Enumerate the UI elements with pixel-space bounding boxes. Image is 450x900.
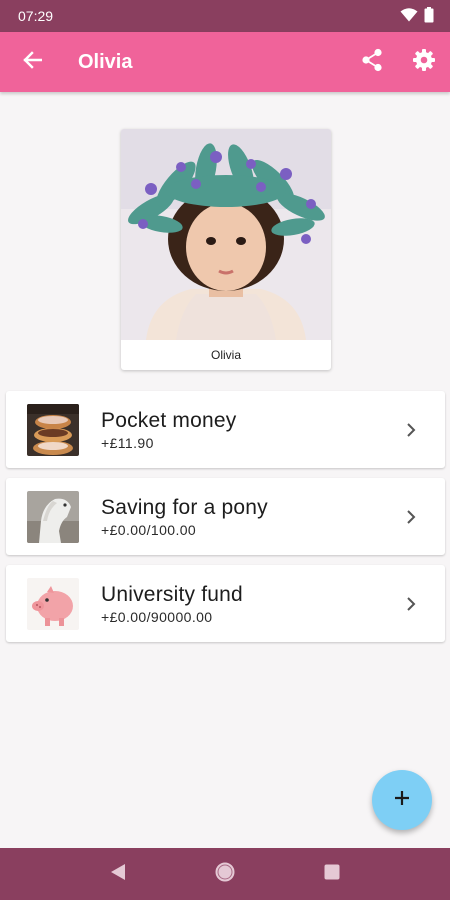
account-row-university-fund[interactable]: University fund +£0.00/90000.00: [6, 565, 445, 642]
nav-back-button[interactable]: [94, 850, 142, 898]
nav-home-button[interactable]: [201, 850, 249, 898]
account-row-pocket-money[interactable]: Pocket money +£11.90: [6, 391, 445, 468]
piggy-bank-photo: [27, 577, 79, 630]
account-balance: +£0.00/90000.00: [101, 608, 213, 625]
profile-photo: [121, 129, 331, 340]
chevron-right-icon: [391, 497, 431, 537]
chevron-right-icon: [391, 410, 431, 450]
share-button[interactable]: [346, 32, 398, 92]
plus-icon: [394, 790, 410, 811]
app-bar: Olivia: [0, 32, 450, 92]
system-nav-bar: [0, 848, 450, 900]
account-row-saving-for-a-pony[interactable]: Saving for a pony +£0.00/100.00: [6, 478, 445, 555]
nav-home-icon: [214, 861, 236, 888]
account-name: Pocket money: [101, 408, 237, 432]
white-pony-photo: [27, 490, 79, 543]
status-icons: [400, 6, 434, 26]
back-button[interactable]: [0, 32, 64, 92]
settings-button[interactable]: [398, 32, 450, 92]
nav-recents-icon: [324, 864, 340, 885]
account-name: Saving for a pony: [101, 495, 268, 519]
status-time: 07:29: [18, 8, 54, 24]
account-name: University fund: [101, 582, 243, 606]
settings-gear-icon: [412, 48, 436, 77]
battery-icon: [424, 6, 434, 26]
account-balance: +£0.00/100.00: [101, 521, 197, 538]
profile-name: Olivia: [210, 348, 241, 362]
status-bar: 07:29: [0, 0, 450, 32]
donuts-photo: [27, 403, 79, 456]
share-icon: [361, 48, 383, 77]
chevron-right-icon: [391, 584, 431, 624]
wifi-icon: [400, 7, 418, 25]
nav-back-icon: [110, 863, 126, 886]
add-account-button[interactable]: [372, 770, 432, 830]
arrow-back-icon: [22, 50, 43, 74]
profile-card[interactable]: Olivia: [121, 129, 331, 370]
nav-recents-button[interactable]: [308, 850, 356, 898]
account-balance: +£11.90: [101, 434, 154, 451]
page-title: Olivia: [78, 50, 133, 73]
